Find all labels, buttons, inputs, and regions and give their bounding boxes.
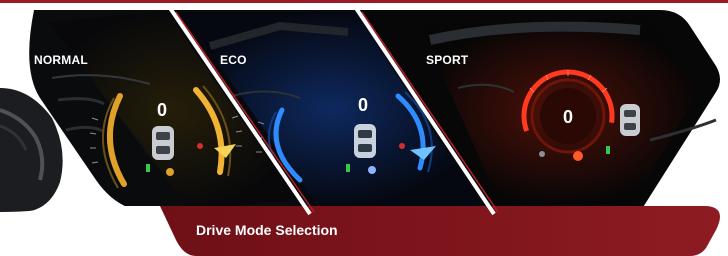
mode-label-eco-text: ECO xyxy=(220,53,247,67)
mode-label-sport-text: SPORT xyxy=(426,53,469,67)
sport-speed-readout: 0 xyxy=(563,107,574,127)
eco-speed-readout: 0 xyxy=(358,95,369,115)
mode-label-eco: ECO xyxy=(210,48,284,72)
normal-speed-readout: 0 xyxy=(157,100,168,120)
mode-label-normal: NORMAL xyxy=(24,48,132,72)
drive-mode-banner: 0 0 0 xyxy=(0,0,728,256)
banner-artwork xyxy=(0,6,720,256)
banner-caption: Drive Mode Selection xyxy=(196,222,338,238)
mode-label-normal-text: NORMAL xyxy=(34,53,88,67)
mode-label-sport: SPORT xyxy=(416,48,502,72)
